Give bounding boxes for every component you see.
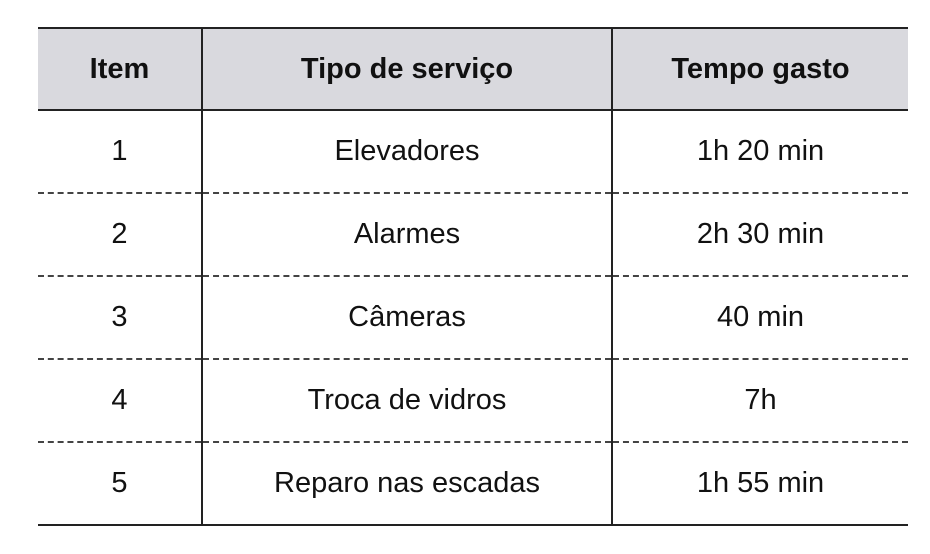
cell-service-type: Câmeras xyxy=(201,276,612,360)
cell-time-spent: 2h 30 min xyxy=(611,193,908,277)
cell-item: 1 xyxy=(38,110,202,194)
cell-item: 4 xyxy=(38,359,202,443)
cell-time-spent: 1h 55 min xyxy=(611,442,908,526)
cell-time-spent: 7h xyxy=(611,359,908,443)
header-row: Item Tipo de serviço Tempo gasto xyxy=(38,27,908,111)
table-row: 1 Elevadores 1h 20 min xyxy=(38,110,908,194)
cell-item: 5 xyxy=(38,442,202,526)
table-row: 2 Alarmes 2h 30 min xyxy=(38,193,908,277)
table-row: 5 Reparo nas escadas 1h 55 min xyxy=(38,442,908,526)
header-service-type: Tipo de serviço xyxy=(201,27,612,111)
cell-service-type: Alarmes xyxy=(201,193,612,277)
cell-item: 3 xyxy=(38,276,202,360)
cell-time-spent: 1h 20 min xyxy=(611,110,908,194)
service-time-table-container: Item Tipo de serviço Tempo gasto 1 Eleva… xyxy=(38,27,908,526)
header-time-spent: Tempo gasto xyxy=(611,27,908,111)
cell-time-spent: 40 min xyxy=(611,276,908,360)
table-body: 1 Elevadores 1h 20 min 2 Alarmes 2h 30 m… xyxy=(38,110,908,526)
table-row: 4 Troca de vidros 7h xyxy=(38,359,908,443)
header-item: Item xyxy=(38,27,202,111)
cell-item: 2 xyxy=(38,193,202,277)
table-header: Item Tipo de serviço Tempo gasto xyxy=(38,27,908,111)
table-row: 3 Câmeras 40 min xyxy=(38,276,908,360)
cell-service-type: Elevadores xyxy=(201,110,612,194)
cell-service-type: Troca de vidros xyxy=(201,359,612,443)
service-time-table: Item Tipo de serviço Tempo gasto 1 Eleva… xyxy=(38,27,908,526)
cell-service-type: Reparo nas escadas xyxy=(201,442,612,526)
